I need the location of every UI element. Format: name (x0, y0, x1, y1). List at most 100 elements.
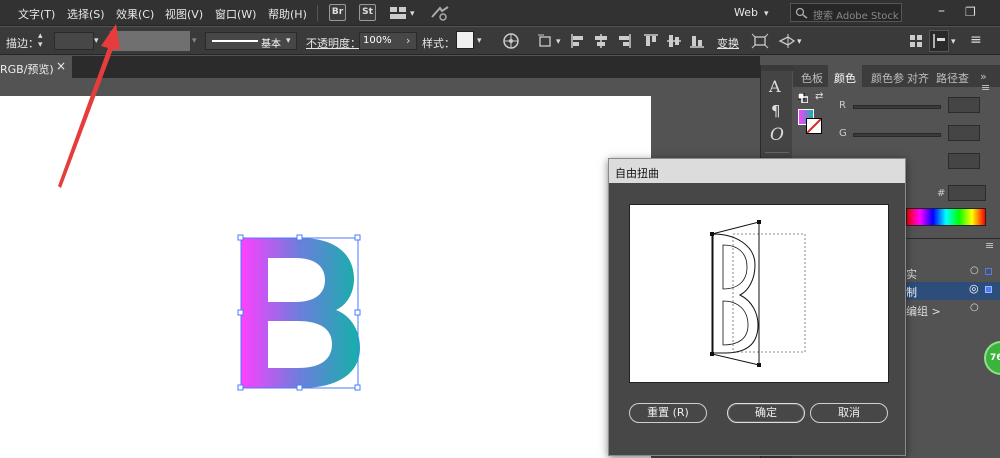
restore-icon[interactable]: ❐ (965, 5, 976, 19)
g-slider[interactable] (853, 133, 941, 137)
opacity-label[interactable]: 不透明度： (306, 35, 361, 51)
opentype-icon[interactable]: O (770, 125, 784, 145)
align-bottom-icon[interactable] (689, 33, 705, 49)
letter-b-artwork[interactable] (241, 238, 360, 388)
search-placeholder: 搜索 Adobe Stock (813, 11, 899, 22)
brush-definition-dropdown[interactable]: 基本 ▾ (205, 32, 297, 50)
color-spectrum[interactable] (906, 208, 986, 226)
chevron-down-icon[interactable]: ▾ (797, 35, 802, 49)
brush-stroke-preview (212, 40, 258, 42)
layer-label: 制 (906, 286, 917, 299)
document-tab-title: RGB/预览) (0, 63, 54, 76)
chevron-down-icon[interactable]: ▾ (477, 34, 482, 48)
menu-bar: 文字(T) 选择(S) 效果(C) 视图(V) 窗口(W) 帮助(H) Br S… (0, 0, 1000, 26)
style-label: 样式： (422, 37, 455, 50)
opacity-field[interactable]: 100% › (359, 32, 417, 50)
stroke-weight-stepper-icon[interactable]: ▴ ▾ (38, 32, 43, 50)
panel-menu-icon[interactable]: ≡ (970, 33, 982, 47)
workspace-switcher[interactable]: Web (734, 6, 758, 19)
distort-handle-top-left[interactable] (710, 232, 714, 236)
r-label: R (839, 100, 846, 111)
swap-colors-icon[interactable]: ⇄ (815, 91, 823, 102)
control-bar: 描边： ▴▾ ▾ ▾ 基本 ▾ 不透明度： 100% › 样式： ▾ ▾ 变换 (0, 27, 1000, 55)
align-right-icon[interactable] (616, 33, 632, 49)
hex-label: # (937, 188, 946, 199)
g-value-field[interactable] (948, 125, 980, 141)
panel-menu-icon[interactable]: ≡ (985, 239, 994, 252)
layer-row-selected[interactable]: 制 ◎ (898, 282, 1000, 300)
transform-link[interactable]: 变换 (717, 35, 739, 51)
free-distort-dialog: 自由扭曲 重置 (R) 确定 取消 (608, 158, 906, 456)
puppet-warp-icon[interactable] (778, 33, 796, 49)
chevron-down-icon[interactable]: ▾ (556, 35, 561, 49)
reset-button[interactable]: 重置 (R) (629, 403, 707, 423)
tab-swatches[interactable]: 色板 (801, 70, 823, 86)
dialog-titlebar[interactable]: 自由扭曲 (609, 159, 905, 183)
distort-handle-bottom-left[interactable] (710, 352, 714, 356)
panel-options-icon[interactable] (929, 30, 949, 52)
character-icon[interactable]: A (769, 77, 781, 96)
chevron-down-icon[interactable]: ▾ (951, 35, 956, 49)
distort-handle-bottom-right[interactable] (757, 363, 761, 367)
bridge-button[interactable]: Br (329, 4, 346, 21)
stroke-label: 描边： (6, 37, 39, 50)
target-icon[interactable]: ○ (970, 265, 979, 276)
tab-color: 颜色 (834, 72, 856, 85)
align-vertical-center-icon[interactable] (666, 33, 682, 49)
layer-row[interactable]: 编组 > ○ (898, 301, 1000, 319)
target-appearance-icon[interactable]: ◎ (969, 282, 979, 295)
recolor-artwork-icon[interactable] (503, 33, 519, 49)
align-top-icon[interactable] (643, 33, 659, 49)
isolate-selected-icon[interactable] (751, 33, 769, 49)
opacity-value: 100% (363, 35, 392, 46)
hex-value-field[interactable] (948, 185, 986, 201)
dialog-title: 自由扭曲 (615, 167, 659, 180)
stock-search-field[interactable]: 搜索 Adobe Stock (790, 3, 902, 22)
align-to-selection-icon[interactable] (537, 33, 555, 49)
chevron-down-icon[interactable]: ▾ (410, 7, 415, 21)
tab-color-active[interactable]: 颜色 (828, 65, 862, 87)
layer-row[interactable]: 实 ○ (898, 264, 1000, 282)
distort-envelope[interactable] (710, 220, 761, 367)
distorted-letter-outline (712, 233, 759, 354)
panel-tab-bar: 色板 颜色 颜色参 对齐 路径查 » (793, 65, 1000, 87)
brush-label: 基本 (261, 39, 281, 50)
ok-button[interactable]: 确定 (727, 403, 805, 423)
panel-menu-icon[interactable]: ≡ (981, 81, 990, 94)
cancel-button[interactable]: 取消 (810, 403, 888, 423)
target-icon[interactable]: ○ (970, 302, 979, 313)
chevron-down-icon: ▾ (192, 36, 197, 46)
arrange-icon[interactable] (908, 33, 924, 49)
default-colors-icon[interactable] (797, 92, 809, 104)
r-slider[interactable] (853, 105, 941, 109)
g-label: G (839, 128, 847, 139)
selection-indicator-icon[interactable] (985, 268, 992, 275)
strip-divider (765, 152, 789, 153)
distort-handle-top-right[interactable] (757, 220, 761, 224)
align-left-icon[interactable] (570, 33, 586, 49)
menu-view[interactable]: 视图(V) (165, 6, 203, 22)
distort-preview[interactable] (629, 204, 889, 383)
stroke-swatch[interactable] (806, 118, 822, 134)
selection-indicator-icon[interactable] (985, 286, 992, 293)
menu-help[interactable]: 帮助(H) (268, 6, 307, 22)
tab-pathfinder[interactable]: 路径查 (936, 70, 969, 86)
gpu-performance-icon[interactable] (430, 5, 450, 21)
align-horizontal-center-icon[interactable] (593, 33, 609, 49)
layer-label: 编组 > (906, 305, 941, 318)
minimize-icon[interactable]: – (938, 4, 945, 18)
graphic-style-swatch[interactable] (456, 31, 474, 49)
tab-align[interactable]: 对齐 (907, 70, 929, 86)
annotation-arrow (58, 24, 120, 188)
stock-button[interactable]: St (359, 4, 376, 21)
chevron-down-icon[interactable]: ▾ (764, 7, 769, 21)
strip-grip (761, 65, 793, 71)
menu-window[interactable]: 窗口(W) (215, 6, 256, 22)
chevron-right-icon: › (406, 34, 411, 47)
layer-label: 实 (906, 268, 917, 281)
b-value-field[interactable] (948, 153, 980, 169)
paragraph-icon[interactable]: ¶ (771, 102, 781, 120)
arrange-documents-icon[interactable] (389, 6, 409, 20)
tab-color-guide[interactable]: 颜色参 (871, 70, 904, 86)
r-value-field[interactable] (948, 97, 980, 113)
